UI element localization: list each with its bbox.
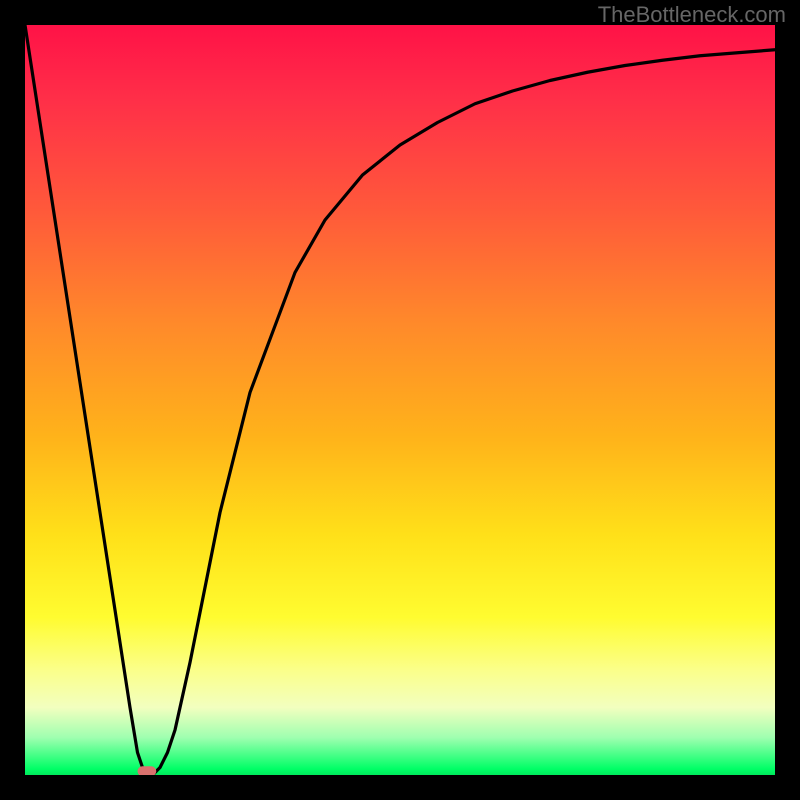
chart-container: TheBottleneck.com bbox=[0, 0, 800, 800]
plot-area bbox=[25, 25, 775, 775]
chart-svg bbox=[25, 25, 775, 775]
chart-layer bbox=[25, 25, 775, 775]
watermark-label: TheBottleneck.com bbox=[598, 2, 786, 28]
minimum-marker bbox=[138, 766, 157, 775]
series-bottleneck-curve bbox=[25, 25, 775, 775]
